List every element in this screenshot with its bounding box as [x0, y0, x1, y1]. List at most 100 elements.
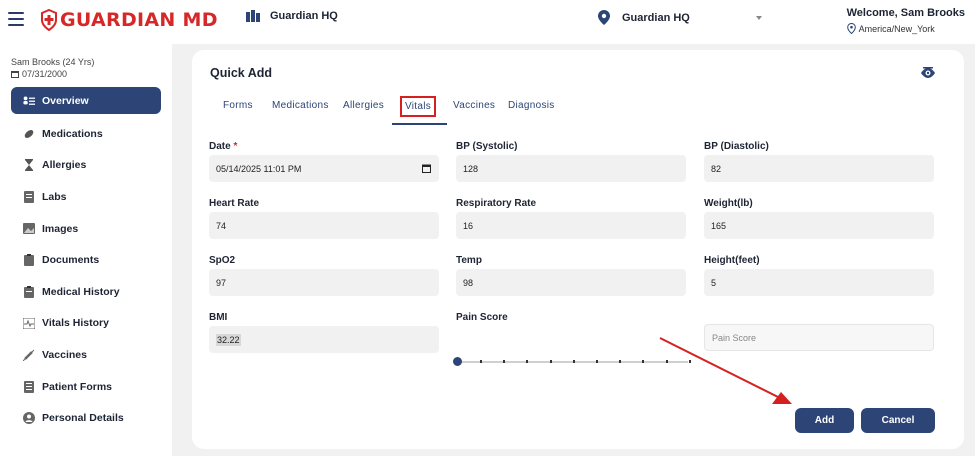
tab-medications[interactable]: Medications: [272, 100, 329, 111]
date-label: Date *: [209, 141, 238, 152]
bmi-input: 32.22: [209, 326, 439, 353]
sidebar-item-vaccines[interactable]: Vaccines: [11, 339, 161, 371]
person-icon: [23, 412, 35, 425]
pain-score-slider-handle[interactable]: [453, 357, 462, 366]
slider-tick: [688, 360, 691, 363]
sidebar-item-label: Allergies: [42, 159, 87, 172]
heart-rate-label: Heart Rate: [209, 198, 260, 209]
bp-diastolic-label: BP (Diastolic): [704, 141, 769, 152]
tab-vaccines[interactable]: Vaccines: [453, 100, 495, 111]
sidebar-item-labs[interactable]: Labs: [11, 181, 161, 213]
timezone-text: America/New_York: [858, 23, 935, 34]
annotation-highlight-box: [400, 96, 436, 117]
temp-label: Temp: [456, 255, 482, 266]
overview-icon: [23, 95, 35, 107]
sidebar-item-personal-details[interactable]: Personal Details: [11, 402, 161, 434]
sidebar-item-medications[interactable]: Medications: [11, 118, 161, 150]
clipboard-icon: [23, 285, 35, 298]
weight-label: Weight(lb): [704, 198, 753, 209]
sidebar-item-label: Personal Details: [42, 412, 124, 425]
location-pin-icon: [598, 10, 610, 25]
sidebar-nav: Overview Medications Allergies Labs Imag…: [11, 87, 161, 434]
sidebar-item-patient-forms[interactable]: Patient Forms: [11, 371, 161, 403]
building-icon: [246, 10, 260, 22]
patient-name: Sam Brooks (24 Yrs): [11, 57, 95, 67]
timezone-row: America/New_York: [846, 23, 965, 34]
slider-tick: [549, 360, 552, 363]
clinic-left-name: Guardian HQ: [270, 10, 338, 22]
pain-score-label: Pain Score: [456, 312, 508, 323]
sidebar-item-label: Vaccines: [42, 348, 87, 361]
sidebar-item-images[interactable]: Images: [11, 213, 161, 245]
calendar-icon: [11, 71, 19, 78]
sidebar: Sam Brooks (24 Yrs) 07/31/2000 Overview …: [0, 44, 172, 456]
temp-input[interactable]: 98: [456, 269, 686, 296]
respiratory-rate-label: Respiratory Rate: [456, 198, 537, 209]
pain-score-input[interactable]: Pain Score: [704, 324, 934, 351]
form-icon: [23, 380, 35, 393]
sidebar-item-allergies[interactable]: Allergies: [11, 150, 161, 182]
brand-name: GUARDIAN MD: [60, 9, 218, 31]
clinic-select[interactable]: Guardian HQ: [598, 10, 766, 25]
calendar-picker-icon[interactable]: [422, 164, 431, 173]
cancel-button[interactable]: Cancel: [861, 408, 935, 433]
bp-systolic-label: BP (Systolic): [456, 141, 518, 152]
slider-tick: [503, 360, 506, 363]
patient-dob-value: 07/31/2000: [22, 69, 68, 79]
slider-tick: [665, 360, 668, 363]
chevron-down-icon: [756, 16, 762, 20]
tab-diagnosis[interactable]: Diagnosis: [508, 100, 555, 111]
sidebar-item-label: Images: [42, 222, 79, 235]
menu-icon[interactable]: [8, 12, 24, 26]
slider-tick: [572, 360, 575, 363]
clipboard-icon: [23, 254, 35, 267]
sidebar-item-documents[interactable]: Documents: [11, 244, 161, 276]
date-input[interactable]: 05/14/2025 11:01 PM: [209, 155, 439, 182]
sidebar-item-label: Labs: [42, 190, 67, 203]
spo2-label: SpO2: [209, 255, 236, 266]
weight-input[interactable]: 165: [704, 212, 934, 239]
height-input[interactable]: 5: [704, 269, 934, 296]
app-header: GUARDIAN MD Guardian HQ Guardian HQ Welc…: [0, 0, 975, 44]
clinic-select-value: Guardian HQ: [622, 11, 690, 24]
spo2-input[interactable]: 97: [209, 269, 439, 296]
heart-rate-input[interactable]: 74: [209, 212, 439, 239]
eye-icon[interactable]: [920, 66, 936, 84]
bmi-label: BMI: [209, 312, 228, 323]
sidebar-item-vitals-history[interactable]: Vitals History: [11, 308, 161, 340]
tab-forms[interactable]: Forms: [223, 100, 253, 111]
slider-tick: [642, 360, 645, 363]
brand-logo: GUARDIAN MD: [40, 9, 218, 31]
clinic-label: Guardian HQ: [246, 10, 338, 22]
patient-dob: 07/31/2000: [11, 69, 67, 79]
add-button[interactable]: Add: [795, 408, 854, 433]
tab-allergies[interactable]: Allergies: [343, 100, 384, 111]
pill-icon: [23, 128, 35, 140]
sidebar-item-label: Medications: [42, 127, 103, 140]
sidebar-item-medical-history[interactable]: Medical History: [11, 276, 161, 308]
sidebar-item-overview[interactable]: Overview: [11, 87, 161, 114]
slider-tick: [526, 360, 529, 363]
slider-tick: [619, 360, 622, 363]
active-tab-indicator: [392, 123, 447, 125]
slider-tick: [480, 360, 482, 363]
respiratory-rate-input[interactable]: 16: [456, 212, 686, 239]
sidebar-item-label: Medical History: [42, 285, 120, 298]
sidebar-item-label: Documents: [42, 254, 100, 267]
height-label: Height(feet): [704, 255, 760, 266]
sidebar-item-label: Patient Forms: [42, 380, 113, 393]
vitals-icon: [23, 317, 35, 329]
welcome-text: Welcome, Sam Brooks: [846, 7, 965, 19]
bp-diastolic-input[interactable]: 82: [704, 155, 934, 182]
slider-tick: [596, 360, 598, 363]
location-pin-outline-icon: [846, 23, 856, 34]
syringe-icon: [23, 349, 35, 361]
shield-logo-icon: [41, 9, 57, 31]
bp-systolic-input[interactable]: 128: [456, 155, 686, 182]
bmi-value: 32.22: [216, 333, 241, 346]
date-value: 05/14/2025 11:01 PM: [216, 163, 302, 174]
card-title: Quick Add: [210, 66, 273, 80]
sidebar-item-label: Vitals History: [42, 317, 109, 330]
user-welcome: Welcome, Sam Brooks America/New_York: [847, 7, 965, 34]
quick-add-card: Quick Add Forms Medications Allergies Vi…: [192, 50, 964, 449]
